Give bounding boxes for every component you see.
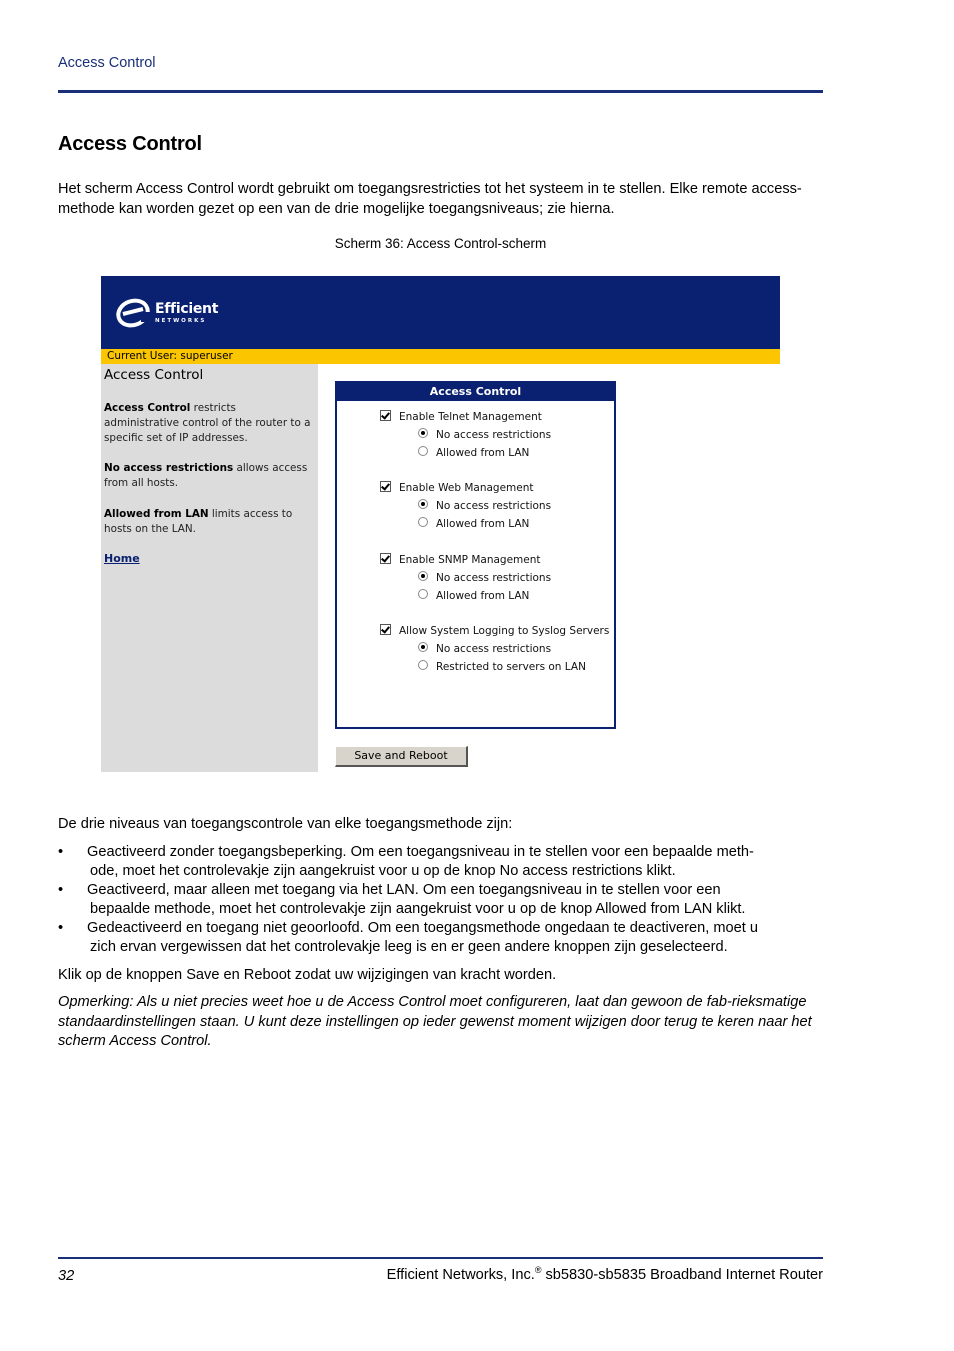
brand-banner: Efficient NETWORKS	[101, 276, 780, 349]
radio-label: Allowed from LAN	[436, 447, 530, 459]
web-management-checkbox[interactable]: Enable Web Management	[380, 481, 534, 494]
radio-label: Allowed from LAN	[436, 518, 530, 530]
telnet-management-checkbox[interactable]: Enable Telnet Management	[380, 410, 542, 423]
bullet-line: zich ervan vergewissen dat het controlev…	[90, 939, 728, 955]
bullet-symbol: •	[58, 882, 64, 898]
checkbox-label: Enable Telnet Management	[399, 411, 542, 423]
footer-rule	[58, 1257, 823, 1259]
logo-wordmark: Efficient	[155, 301, 219, 317]
checkbox-checked-icon[interactable]	[380, 624, 391, 635]
web-allowed-lan-radio[interactable]: Allowed from LAN	[418, 517, 529, 530]
radio-label: No access restrictions	[436, 572, 552, 584]
telnet-no-restrictions-radio[interactable]: No access restrictions	[418, 428, 551, 441]
bullet-line: Geactiveerd zonder toegangsbeperking. Om…	[87, 844, 754, 860]
sidebar-term: No access restrictions	[104, 462, 234, 474]
logo-e-icon	[116, 298, 153, 328]
sidebar-term: Allowed from LAN	[104, 508, 209, 520]
page-number: 32	[58, 1268, 75, 1284]
bullet-line: Gedeactiveerd en toegang niet geoorloofd…	[87, 920, 758, 936]
snmp-no-restrictions-radio[interactable]: No access restrictions	[418, 571, 551, 584]
sidebar-paragraph: No access restrictions allows access fro…	[104, 461, 314, 491]
syslog-restricted-lan-radio[interactable]: Restricted to servers on LAN	[418, 660, 586, 673]
checkbox-label: Enable Web Management	[399, 482, 534, 494]
save-and-reboot-button[interactable]: Save and Reboot	[335, 746, 468, 767]
figure-caption: Scherm 36: Access Control-scherm	[334, 236, 547, 251]
radio-label: Allowed from LAN	[436, 590, 530, 602]
save-instruction: Klik op de knoppen Save en Reboot zodat …	[58, 967, 557, 983]
product-name: sb5830-sb5835 Broadband Internet Router	[541, 1266, 824, 1283]
bullet-item: • Geactiveerd, maar alleen met toegang v…	[58, 881, 828, 919]
efficient-networks-logo: Efficient NETWORKS	[115, 296, 235, 332]
home-link[interactable]: Home	[104, 552, 140, 565]
radio-label: No access restrictions	[436, 429, 552, 441]
company-name: Efficient Networks, Inc.	[386, 1266, 535, 1283]
checkbox-label: Enable SNMP Management	[399, 554, 541, 566]
bullet-line: bepaalde methode, moet het controlevakje…	[90, 901, 746, 917]
header-rule	[58, 90, 823, 93]
radio-selected-icon[interactable]	[418, 428, 428, 438]
checkbox-checked-icon[interactable]	[380, 410, 391, 421]
intro-paragraph: Het scherm Access Control wordt gebruikt…	[58, 181, 802, 217]
radio-unselected-icon[interactable]	[418, 589, 428, 599]
syslog-checkbox[interactable]: Allow System Logging to Syslog Servers	[380, 624, 609, 637]
radio-unselected-icon[interactable]	[418, 517, 428, 527]
bullet-item: • Geactiveerd zonder toegangsbeperking. …	[58, 843, 828, 881]
radio-selected-icon[interactable]	[418, 642, 428, 652]
syslog-no-restrictions-radio[interactable]: No access restrictions	[418, 642, 551, 655]
bullet-line: Geactiveerd, maar alleen met toegang via…	[87, 882, 721, 898]
radio-label: No access restrictions	[436, 643, 552, 655]
checkbox-label: Allow System Logging to Syslog Servers	[399, 625, 610, 637]
radio-unselected-icon[interactable]	[418, 660, 428, 670]
note-paragraph: Opmerking: Als u niet precies weet hoe u…	[58, 994, 812, 1049]
help-sidebar: Access Control Access Control restricts …	[101, 364, 318, 772]
radio-label: No access restrictions	[436, 500, 552, 512]
checkbox-checked-icon[interactable]	[380, 481, 391, 492]
radio-selected-icon[interactable]	[418, 499, 428, 509]
snmp-management-checkbox[interactable]: Enable SNMP Management	[380, 553, 541, 566]
access-control-panel: Access Control Enable Telnet Management …	[335, 381, 616, 729]
running-head: Access Control	[58, 55, 156, 71]
snmp-allowed-lan-radio[interactable]: Allowed from LAN	[418, 589, 529, 602]
bullet-line: ode, moet het controlevakje zijn aangekr…	[90, 863, 676, 879]
web-no-restrictions-radio[interactable]: No access restrictions	[418, 499, 551, 512]
sidebar-title: Access Control	[104, 367, 204, 383]
panel-title: Access Control	[337, 383, 614, 401]
footer-title: Efficient Networks, Inc.® sb5830-sb5835 …	[387, 1265, 823, 1283]
bullet-symbol: •	[58, 920, 64, 936]
sidebar-paragraph: Access Control restricts administrative …	[104, 401, 314, 446]
bullet-symbol: •	[58, 844, 64, 860]
bullet-item: • Gedeactiveerd en toegang niet geoorloo…	[58, 919, 828, 957]
radio-label: Restricted to servers on LAN	[436, 661, 586, 673]
radio-selected-icon[interactable]	[418, 571, 428, 581]
logo-subtitle: NETWORKS	[155, 318, 207, 324]
telnet-allowed-lan-radio[interactable]: Allowed from LAN	[418, 446, 529, 459]
router-screenshot: Efficient NETWORKS Current User: superus…	[101, 276, 780, 772]
checkbox-checked-icon[interactable]	[380, 553, 391, 564]
levels-intro: De drie niveaus van toegangscontrole van…	[58, 816, 513, 832]
sidebar-paragraph: Allowed from LAN limits access to hosts …	[104, 507, 314, 537]
sidebar-term: Access Control	[104, 402, 191, 414]
radio-unselected-icon[interactable]	[418, 446, 428, 456]
current-user-bar: Current User: superuser	[101, 349, 780, 364]
section-title: Access Control	[58, 133, 202, 155]
